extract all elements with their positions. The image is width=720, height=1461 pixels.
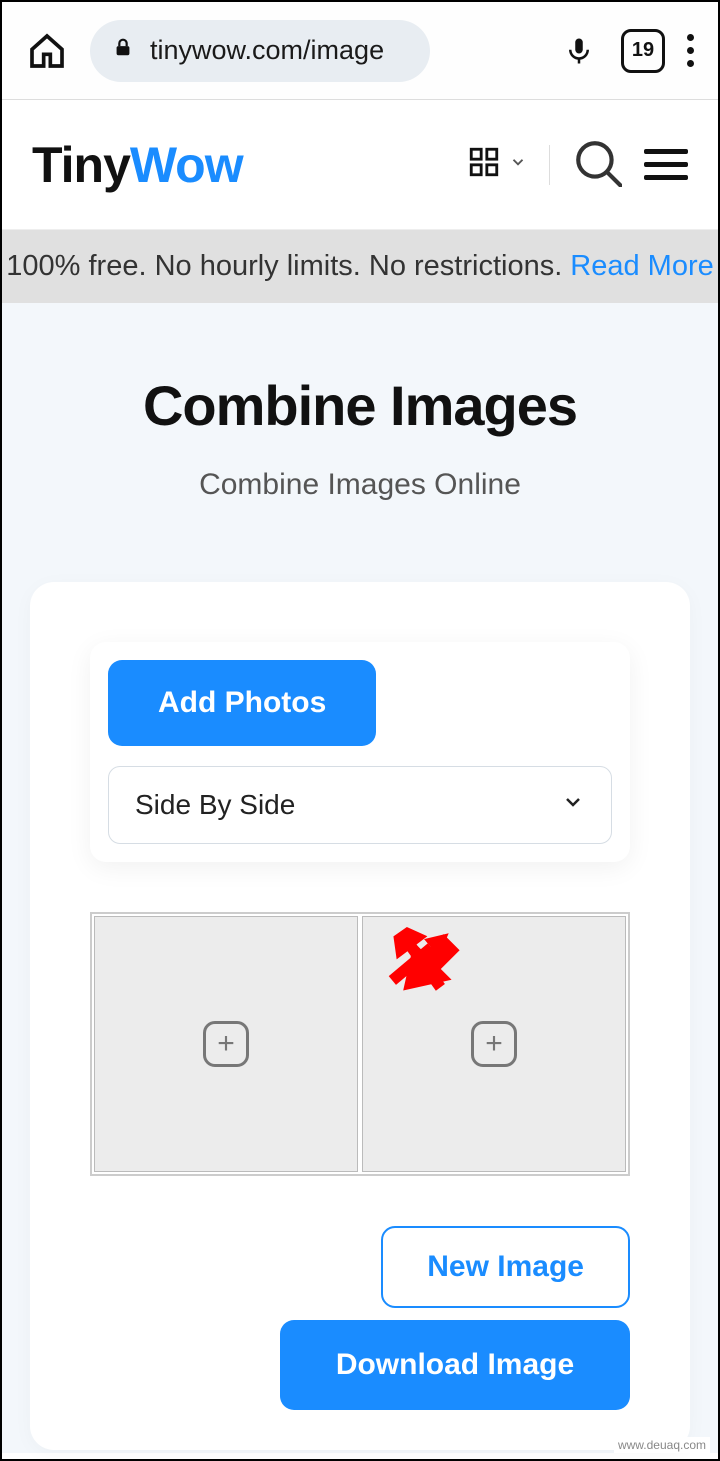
url-text: tinywow.com/image (150, 35, 384, 66)
add-photos-button[interactable]: Add Photos (108, 660, 376, 746)
browser-chrome: tinywow.com/image 19 (2, 2, 718, 100)
layout-selected-value: Side By Side (135, 789, 295, 821)
kebab-menu-icon[interactable] (687, 34, 694, 67)
site-header: TinyWow (2, 100, 718, 230)
home-icon[interactable] (26, 30, 68, 72)
logo-part2: Wow (130, 137, 243, 193)
apps-menu[interactable] (467, 145, 527, 184)
site-logo[interactable]: TinyWow (32, 136, 243, 194)
page-subtitle: Combine Images Online (2, 468, 718, 502)
tool-card: Add Photos Side By Side + + New Image (30, 582, 690, 1450)
promo-banner: 100% free. No hourly limits. No restrict… (2, 230, 718, 303)
lock-icon (112, 34, 134, 67)
grid-icon (467, 145, 501, 184)
layout-select[interactable]: Side By Side (108, 766, 612, 844)
divider (549, 145, 550, 185)
new-image-button[interactable]: New Image (381, 1226, 630, 1308)
promo-link[interactable]: Read More (570, 250, 713, 283)
image-slots: + + (90, 912, 630, 1176)
upload-panel: Add Photos Side By Side (90, 642, 630, 862)
logo-part1: Tiny (32, 137, 130, 193)
page-title: Combine Images (2, 373, 718, 438)
annotation-arrow-icon (384, 923, 460, 1004)
main-content: Combine Images Combine Images Online Add… (2, 303, 718, 1453)
hamburger-menu-icon[interactable] (644, 149, 688, 180)
action-buttons: New Image Download Image (90, 1226, 630, 1410)
promo-text: 100% free. No hourly limits. No restrict… (6, 250, 562, 283)
tab-count[interactable]: 19 (621, 29, 665, 73)
url-bar[interactable]: tinywow.com/image (90, 20, 430, 82)
watermark: www.deuaq.com (614, 1437, 710, 1453)
image-slot-1[interactable]: + (94, 916, 358, 1172)
mic-icon[interactable] (559, 31, 599, 71)
search-icon[interactable] (572, 137, 622, 192)
download-image-button[interactable]: Download Image (280, 1320, 630, 1410)
plus-icon: + (471, 1021, 517, 1067)
chevron-down-icon (509, 153, 527, 176)
plus-icon: + (203, 1021, 249, 1067)
tab-count-number: 19 (632, 39, 654, 62)
chevron-down-icon (561, 789, 585, 821)
